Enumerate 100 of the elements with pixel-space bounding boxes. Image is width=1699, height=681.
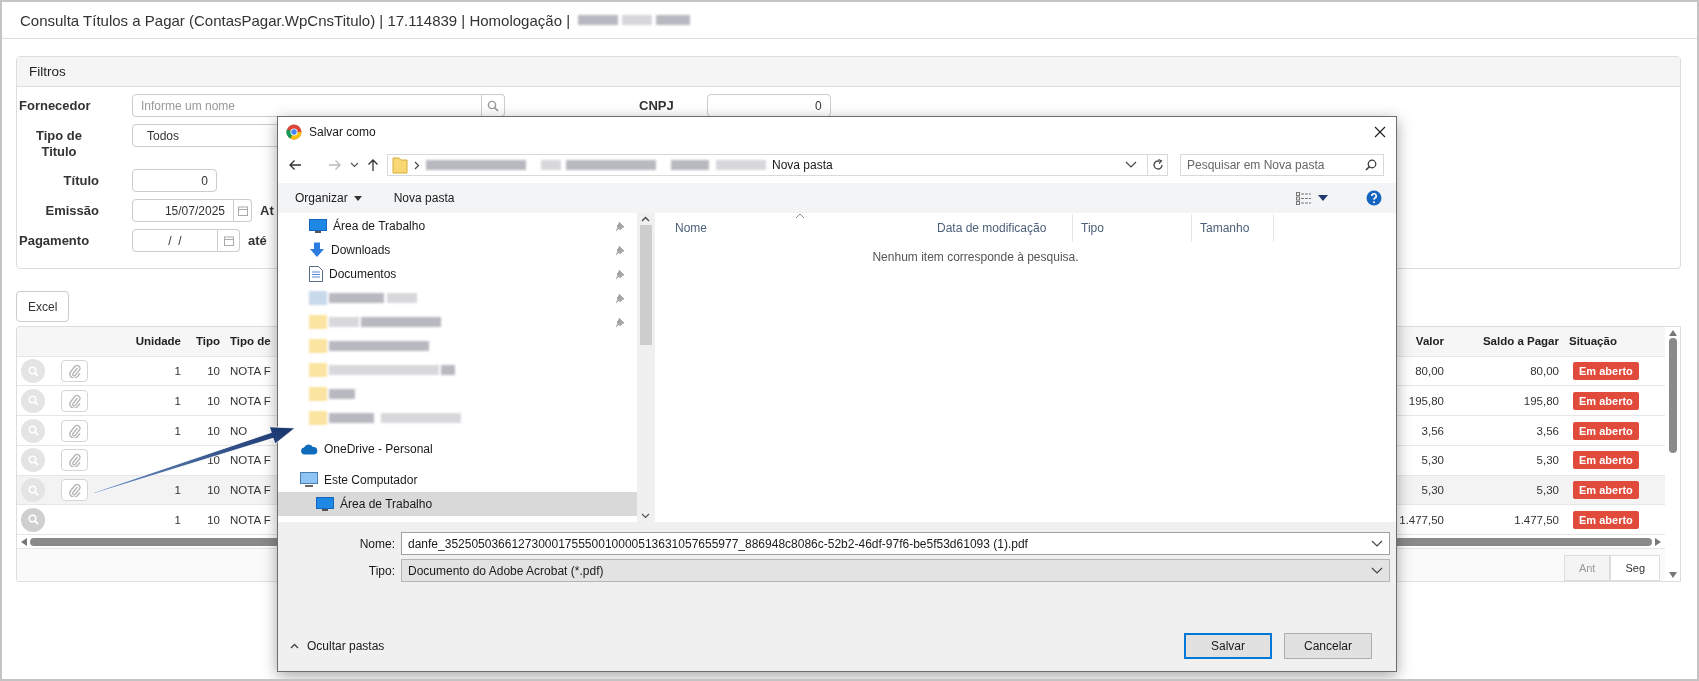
nav-item[interactable]: Downloads: [278, 238, 637, 262]
scrollbar-thumb[interactable]: [1668, 338, 1677, 453]
search-icon: [27, 514, 39, 526]
search-icon: [27, 484, 39, 496]
calendar-button[interactable]: [218, 229, 240, 252]
pin-icon: [615, 220, 625, 232]
search-field[interactable]: Pesquisar em Nova pasta: [1180, 154, 1384, 176]
address-bar[interactable]: Nova pasta: [387, 154, 1148, 176]
table-cell-text: 80,00: [1529, 365, 1560, 378]
table-cell-text: 1: [173, 394, 182, 407]
attach-button[interactable]: [61, 389, 88, 412]
view-button[interactable]: [21, 359, 45, 384]
nav-item[interactable]: Área de Trabalho: [278, 214, 637, 238]
field-label: CNPJ: [639, 97, 674, 114]
chevron-up-icon: [290, 643, 299, 649]
computer-icon: [300, 472, 318, 488]
nav-item[interactable]: Documentos: [278, 262, 637, 286]
field-label: até: [248, 232, 267, 248]
filename-field[interactable]: danfe_35250503661273000175550010000513631057655977_886948c8086c-52b2-46df-97f6-be5f53d61093 (1).pdf: [401, 532, 1390, 555]
attach-button[interactable]: [61, 449, 88, 472]
view-button[interactable]: [21, 478, 45, 503]
empty-message: Nenhum item corresponde à pesquisa.: [872, 250, 1079, 264]
view-button[interactable]: [21, 448, 45, 473]
table-cell-text: 5,30: [1420, 454, 1445, 467]
column-header: Situação: [1568, 335, 1617, 348]
status-badge: Em aberto: [1573, 510, 1639, 529]
status-badge: Em aberto: [1573, 421, 1639, 440]
status-badge: Em aberto: [1573, 451, 1639, 470]
attach-button[interactable]: [61, 479, 88, 502]
field-label: At: [260, 202, 274, 218]
organize-button[interactable]: Organizar: [288, 188, 369, 208]
search-button[interactable]: [482, 94, 505, 117]
pager-button[interactable]: Seg: [1610, 555, 1660, 581]
scroll-left-icon: [21, 537, 27, 546]
close-icon: [1374, 126, 1386, 138]
nav-item[interactable]: OneDrive - Personal: [278, 437, 637, 461]
save-button[interactable]: Salvar: [1184, 633, 1272, 659]
field-label: Pagamento: [19, 232, 91, 249]
table-cell-text: 5,30: [1535, 454, 1560, 467]
scroll-down-icon: [1668, 572, 1677, 578]
column-header[interactable]: Tamanho: [1192, 214, 1274, 242]
page-title: Consulta Títulos a Pagar (ContasPagar.WpCnsTitulo) | 17.114839 | Homologação |: [20, 11, 571, 29]
nav-item[interactable]: Área de Trabalho: [278, 492, 637, 516]
view-button[interactable]: [21, 418, 45, 443]
status-badge: Em aberto: [1573, 481, 1639, 500]
caret-icon: [1318, 195, 1328, 201]
search-icon: [27, 454, 39, 466]
back-arrow-icon: [288, 159, 302, 171]
calendar-icon: [223, 235, 234, 246]
search-icon: [1365, 159, 1377, 171]
date-field[interactable]: 15/07/2025: [132, 199, 234, 222]
table-cell-text: 1: [173, 365, 182, 378]
table-cell-text: 1: [173, 424, 182, 437]
scrollbar-thumb[interactable]: [639, 225, 652, 345]
view-button[interactable]: [21, 507, 45, 532]
table-cell-text: NOTA F: [229, 454, 271, 467]
excel-button[interactable]: Excel: [16, 291, 70, 322]
table-cell-text: 3,56: [1420, 424, 1445, 437]
hide-folders-button[interactable]: Ocultar pastas: [290, 639, 385, 653]
refresh-button[interactable]: [1148, 154, 1168, 176]
sort-caret-icon: [795, 213, 805, 219]
table-cell-text: 10: [206, 365, 221, 378]
file-type-select[interactable]: Documento do Adobe Acrobat (*.pdf): [401, 559, 1390, 582]
cnpj-field[interactable]: 0: [706, 94, 831, 117]
number-field[interactable]: 0: [132, 169, 217, 192]
field-label: Tipo de Titulo: [35, 127, 83, 160]
search-icon: [27, 365, 39, 377]
column-header[interactable]: Data de modificação: [929, 214, 1073, 242]
column-header: Saldo a Pagar: [1481, 335, 1560, 348]
supplier-field[interactable]: Informe um nome: [132, 94, 482, 117]
search-icon: [487, 99, 499, 112]
up-arrow-icon: [367, 158, 379, 172]
table-cell-text: NOTA F: [229, 394, 271, 407]
calendar-button[interactable]: [234, 199, 252, 222]
pin-icon: [615, 268, 625, 280]
paperclip-icon: [68, 423, 81, 438]
nav-item[interactable]: Este Computador: [278, 468, 637, 492]
view-button[interactable]: [21, 388, 45, 413]
pin-icon: [615, 292, 625, 304]
chevron-down-icon: [641, 513, 650, 519]
scroll-up-icon: [1668, 330, 1677, 336]
column-header[interactable]: Nome: [655, 214, 929, 242]
attach-button[interactable]: [61, 360, 88, 383]
column-header: Tipo de: [229, 335, 271, 348]
blurred-item-drawing: [309, 386, 355, 402]
refresh-icon: [1151, 159, 1164, 171]
date-field[interactable]: / /: [132, 229, 218, 252]
new-folder-button[interactable]: Nova pasta: [386, 188, 462, 208]
folder-icon: [392, 156, 408, 174]
chevron-down-icon: [1371, 539, 1383, 548]
column-header[interactable]: Tipo: [1073, 214, 1192, 242]
app-icon: [286, 124, 302, 140]
table-cell-text: NOTA F: [229, 484, 271, 497]
status-badge: Em aberto: [1573, 362, 1639, 381]
chevron-down-icon: [1125, 161, 1137, 169]
table-cell-text: 3,56: [1535, 424, 1560, 437]
column-header: Unidade: [134, 335, 182, 348]
cancel-button[interactable]: Cancelar: [1284, 633, 1372, 659]
download-icon: [309, 242, 325, 258]
attach-button[interactable]: [61, 419, 88, 442]
